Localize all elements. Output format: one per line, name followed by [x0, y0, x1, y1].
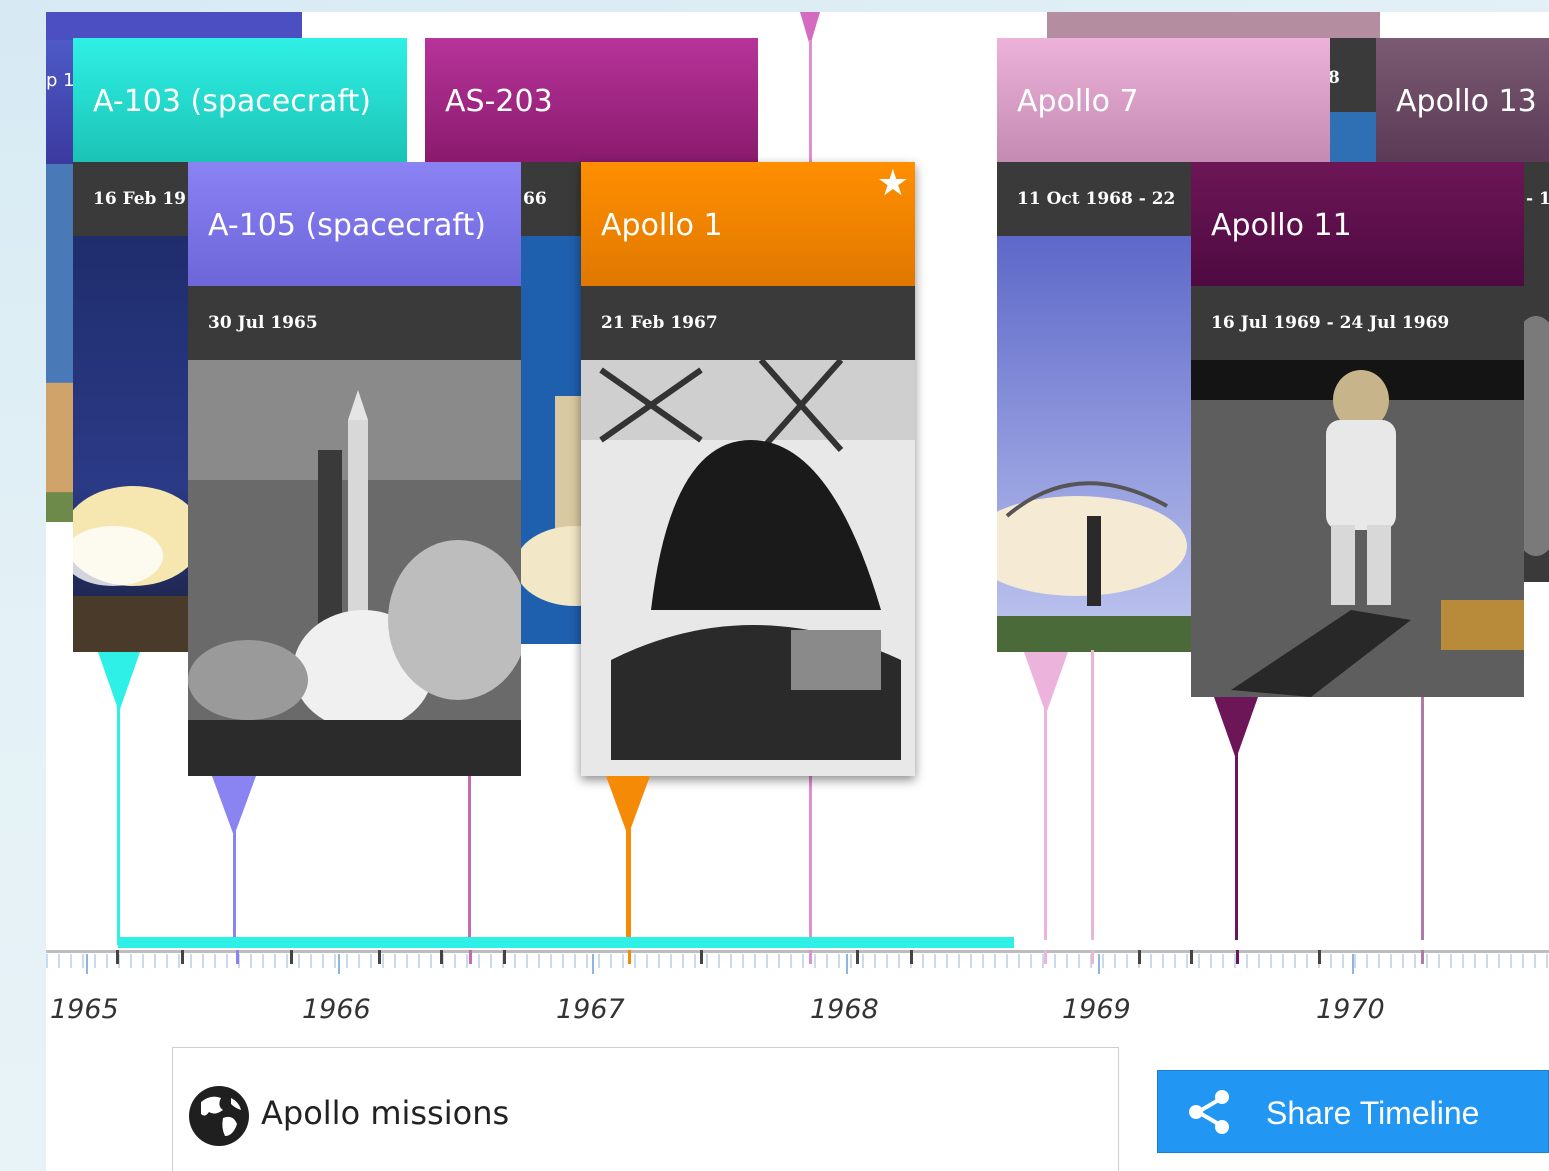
event-tick [1138, 950, 1141, 964]
timeline-card-apollo1[interactable]: Apollo 1 ★ 21 Feb 1967 [581, 162, 915, 776]
axis-minor-ticks [46, 954, 1549, 968]
timeline-axis[interactable] [46, 950, 1549, 953]
event-tick [236, 950, 239, 964]
event-tick [1421, 950, 1424, 964]
event-stem-apollo8 [1091, 650, 1094, 940]
event-tick [503, 950, 506, 964]
year-tick [846, 954, 848, 974]
year-tick [338, 954, 340, 974]
event-tick [378, 950, 381, 964]
event-tick [181, 950, 184, 964]
era-range-bar[interactable] [118, 937, 1014, 948]
share-icon [1189, 1090, 1229, 1134]
timeline-card-apollo11[interactable]: Apollo 11 16 Jul 1969 - 24 Jul 1969 [1191, 162, 1524, 697]
event-stem-apollo1 [626, 820, 631, 940]
card-title: Apollo 11 [1191, 162, 1524, 286]
event-tick [700, 950, 703, 964]
event-tick [469, 950, 472, 964]
card-date: 16 Jul 1969 - 24 Jul 1969 [1191, 286, 1524, 360]
card-title: Apollo 1 [581, 162, 915, 286]
event-tick [628, 950, 631, 964]
event-tick [1091, 950, 1094, 964]
card-title: Apollo 13 [1376, 38, 1549, 162]
event-tick [290, 950, 293, 964]
globe-icon [189, 1086, 249, 1146]
share-timeline-label: Share Timeline [1266, 1095, 1480, 1131]
year-tick [86, 954, 88, 974]
card-title: A-105 (spacecraft) [188, 162, 521, 286]
share-timeline-button[interactable]: Share Timeline [1157, 1070, 1549, 1153]
card-title: AS-203 [425, 38, 758, 162]
event-tick [1236, 950, 1239, 964]
star-icon[interactable]: ★ [877, 166, 909, 202]
year-tick [592, 954, 594, 974]
card-photo [581, 360, 915, 776]
year-tick [1098, 954, 1100, 974]
event-tick [1190, 950, 1193, 964]
card-date: 21 Feb 1967 [581, 286, 915, 360]
page-background-top [0, 0, 1549, 12]
year-tick [1352, 954, 1354, 974]
event-tick [910, 950, 913, 964]
card-title: p 1 [46, 40, 76, 164]
year-label: 1970 [1316, 994, 1385, 1025]
timeline-card-partial-left[interactable]: p 1 [46, 40, 76, 522]
card-photo [188, 360, 521, 776]
event-tick [809, 950, 812, 964]
event-tick [1044, 950, 1047, 964]
card-title: Apollo 7 [997, 38, 1330, 162]
year-label: 1965 [50, 994, 119, 1025]
event-tick [440, 950, 443, 964]
timeline-title: Apollo missions [261, 1094, 510, 1132]
event-stem-apollo11 [1235, 740, 1238, 940]
year-label: 1969 [1062, 994, 1131, 1025]
event-stem-a103 [117, 700, 120, 945]
event-stem-apollo7 [1044, 700, 1047, 940]
page-background [0, 0, 46, 1171]
year-label: 1967 [556, 994, 625, 1025]
timeline-title-box: Apollo missions [172, 1047, 1119, 1171]
event-tick [116, 950, 119, 964]
card-date: 30 Jul 1965 [188, 286, 521, 360]
card-photo [1191, 360, 1524, 697]
year-label: 1966 [302, 994, 371, 1025]
event-tick [1318, 950, 1321, 964]
timeline-app: p 1 A-103 (spacecraft) 16 Feb 19 AS-203 … [0, 0, 1549, 1171]
card-title: A-103 (spacecraft) [73, 38, 407, 162]
event-stem-a105 [233, 820, 236, 940]
card-photo [46, 164, 76, 522]
year-label: 1968 [810, 994, 879, 1025]
timeline-card-a105[interactable]: A-105 (spacecraft) 30 Jul 1965 [188, 162, 521, 776]
event-tick [856, 950, 859, 964]
